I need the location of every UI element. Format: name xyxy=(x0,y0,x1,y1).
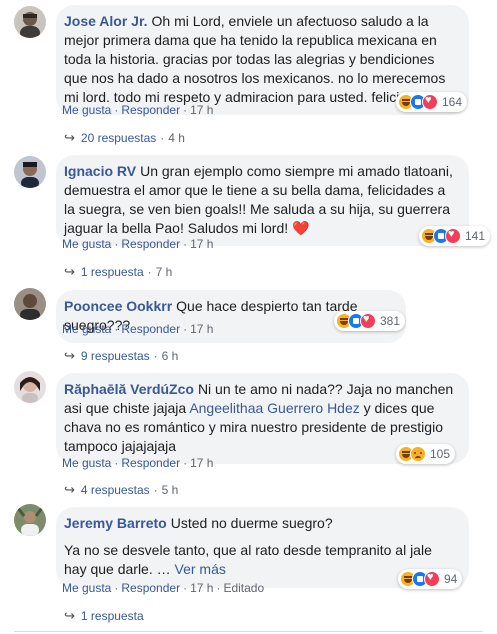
reply-link[interactable]: Responder xyxy=(121,456,180,470)
avatar[interactable] xyxy=(14,371,46,403)
love-icon xyxy=(422,94,438,110)
reaction-count: 164 xyxy=(442,95,463,109)
comment-time[interactable]: 17 h xyxy=(190,456,213,470)
comment-author[interactable]: Pooncee Ookkrr xyxy=(64,298,172,314)
comment-text-second: Ya no se desvele tanto, que al rato desd… xyxy=(64,542,432,577)
comment-time[interactable]: 17 h xyxy=(190,103,213,117)
like-link[interactable]: Me gusta xyxy=(62,237,111,251)
like-link[interactable]: Me gusta xyxy=(62,456,111,470)
reactions-summary[interactable]: 381 xyxy=(334,311,406,331)
replies-link[interactable]: ↪ 1 respuesta xyxy=(64,608,144,624)
reactions-summary[interactable]: 164 xyxy=(396,92,468,112)
avatar[interactable] xyxy=(14,288,46,320)
reply-link[interactable]: Responder xyxy=(121,103,180,117)
reactions-summary[interactable]: 94 xyxy=(398,569,463,589)
reactions-summary[interactable]: 141 xyxy=(419,226,491,246)
comment-actions: Me gusta · Responder · 17 h xyxy=(62,237,214,251)
edited-label: Editado xyxy=(223,581,265,595)
replies-link[interactable]: ↪ 4 respuestas · 5 h xyxy=(64,482,178,498)
comment-actions: Me gusta · Responder · 17 h xyxy=(62,103,214,117)
comment-actions: Me gusta · Responder · 17 h · Editado xyxy=(62,581,265,595)
replies-time: 5 h xyxy=(161,483,179,497)
comment-time[interactable]: 17 h xyxy=(190,581,213,595)
replies-link[interactable]: ↪ 1 respuesta · 7 h xyxy=(64,264,172,280)
avatar[interactable] xyxy=(14,156,46,188)
avatar[interactable] xyxy=(14,6,46,38)
reply-link[interactable]: Responder xyxy=(121,237,180,251)
reply-arrow-icon: ↪ xyxy=(64,130,75,145)
comment-author[interactable]: Răphaēlă VerdúZco xyxy=(64,381,194,397)
replies-link[interactable]: ↪ 20 respuestas · 4 h xyxy=(64,130,185,146)
reaction-count: 105 xyxy=(430,447,451,461)
love-icon xyxy=(424,571,440,587)
like-link[interactable]: Me gusta xyxy=(62,322,111,336)
like-link[interactable]: Me gusta xyxy=(62,581,111,595)
like-link[interactable]: Me gusta xyxy=(62,103,111,117)
reply-arrow-icon: ↪ xyxy=(64,608,75,623)
replies-time: 6 h xyxy=(161,349,179,363)
comment-time[interactable]: 17 h xyxy=(190,237,213,251)
comment-author[interactable]: Jeremy Barreto xyxy=(64,515,167,531)
mention-link[interactable]: Angeelithaa Guerrero Hdez xyxy=(189,400,359,416)
comment-time[interactable]: 17 h xyxy=(190,322,213,336)
replies-count[interactable]: 1 respuesta xyxy=(81,265,144,279)
reaction-count: 94 xyxy=(444,572,458,586)
love-icon xyxy=(445,228,461,244)
reaction-count: 381 xyxy=(380,314,401,328)
reply-arrow-icon: ↪ xyxy=(64,348,75,363)
divider xyxy=(14,631,483,632)
replies-time: 7 h xyxy=(155,265,173,279)
replies-count[interactable]: 20 respuestas xyxy=(81,131,156,145)
reply-arrow-icon: ↪ xyxy=(64,264,75,279)
comment-text: Usted no duerme suegro? xyxy=(170,515,333,531)
comment-author[interactable]: Jose Alor Jr. xyxy=(64,13,148,29)
sad-icon xyxy=(410,446,426,462)
replies-link[interactable]: ↪ 9 respuestas · 6 h xyxy=(64,348,178,364)
comment-bubble: Ignacio RV Un gran ejemplo como siempre m… xyxy=(56,155,469,246)
reply-arrow-icon: ↪ xyxy=(64,482,75,497)
love-icon xyxy=(360,313,376,329)
reply-link[interactable]: Responder xyxy=(121,322,180,336)
heart-emoji: ❤️ xyxy=(292,220,310,236)
comment-actions: Me gusta · Responder · 17 h xyxy=(62,456,214,470)
replies-count[interactable]: 4 respuestas xyxy=(81,483,150,497)
replies-count[interactable]: 9 respuestas xyxy=(81,349,150,363)
replies-count[interactable]: 1 respuesta xyxy=(81,609,144,623)
comment-author[interactable]: Ignacio RV xyxy=(64,163,136,179)
reaction-count: 141 xyxy=(465,229,486,243)
see-more-link[interactable]: Ver más xyxy=(175,561,226,577)
reactions-summary[interactable]: 105 xyxy=(396,444,456,464)
replies-time: 4 h xyxy=(168,131,185,145)
reply-link[interactable]: Responder xyxy=(121,581,180,595)
avatar[interactable] xyxy=(14,504,46,536)
comment-actions: Me gusta · Responder · 17 h xyxy=(62,322,214,336)
